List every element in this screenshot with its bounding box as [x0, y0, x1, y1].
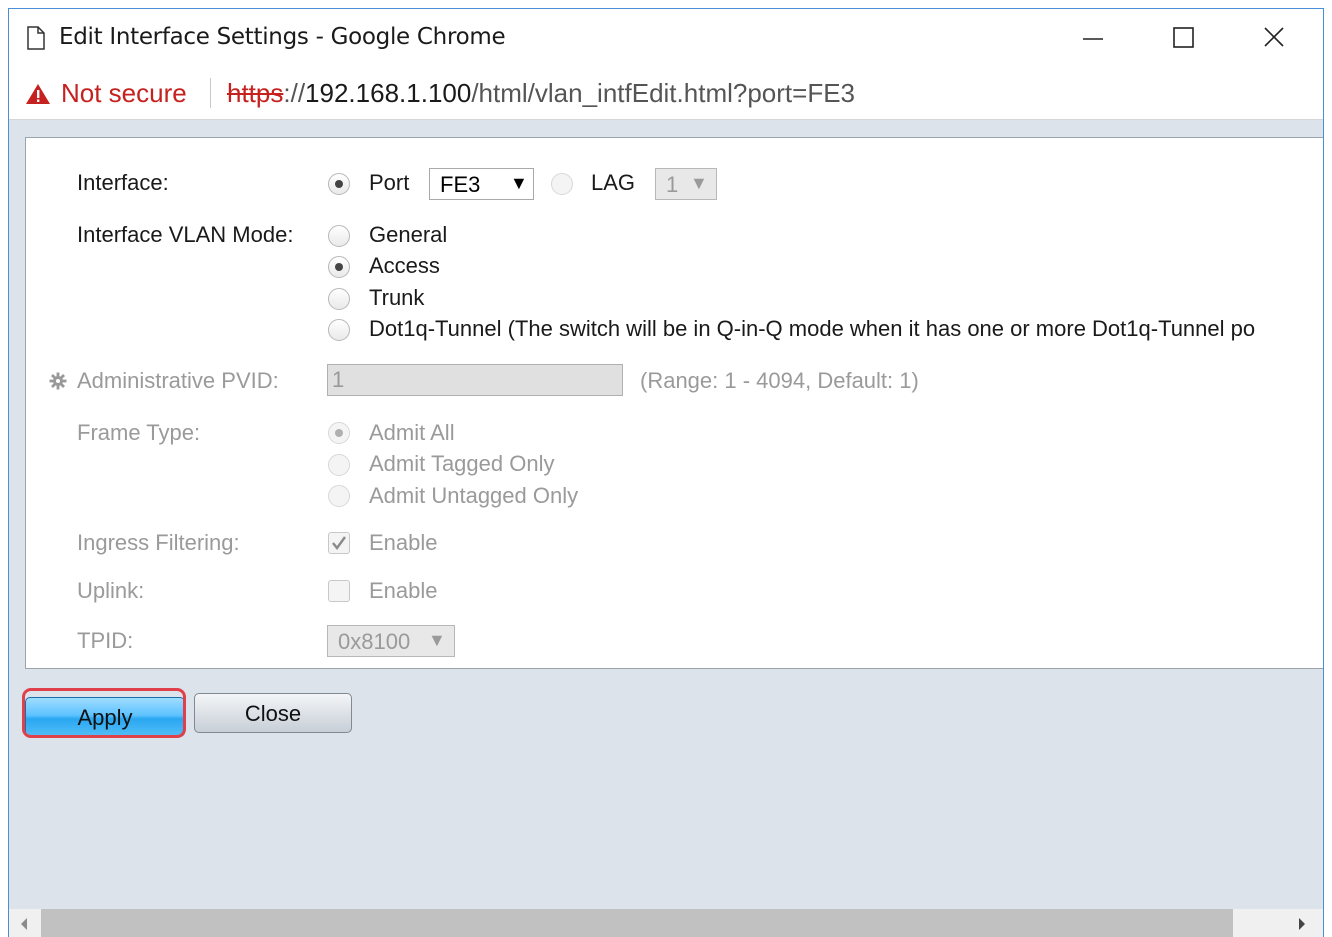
interface-settings-panel: Interface: Port FE3 ▼ LAG 1 ▼ Interface … — [25, 137, 1323, 669]
vlan-mode-access-radio[interactable] — [328, 256, 350, 278]
maximize-button[interactable] — [1164, 21, 1204, 55]
vlan-mode-trunk-radio[interactable] — [328, 288, 350, 310]
frame-admit-all-radio[interactable] — [328, 422, 350, 444]
url-text[interactable]: https://192.168.1.100/html/vlan_intfEdit… — [227, 78, 855, 109]
frame-admit-tagged-label: Admit Tagged Only — [369, 451, 555, 476]
apply-highlight-outline — [22, 688, 186, 738]
browser-popup-window: Edit Interface Settings - Google Chrome … — [8, 8, 1324, 937]
lag-select[interactable]: 1 ▼ — [655, 168, 717, 200]
url-scheme: https — [227, 78, 284, 108]
tpid-label: TPID: — [77, 628, 134, 653]
vlan-mode-general-label: General — [369, 222, 448, 247]
frame-admit-tagged-radio[interactable] — [328, 454, 350, 476]
port-radio[interactable] — [328, 173, 350, 195]
checkmark-icon — [332, 536, 346, 550]
vlan-mode-trunk-label: Trunk — [369, 285, 425, 310]
frame-admit-untagged-radio[interactable] — [328, 485, 350, 507]
vlan-mode-dot1q-radio[interactable] — [328, 319, 350, 341]
uplink-enable-checkbox[interactable] — [328, 580, 350, 602]
port-select-value: FE3 — [440, 172, 481, 197]
not-secure-label[interactable]: Not secure — [61, 78, 187, 109]
window-title: Edit Interface Settings - Google Chrome — [59, 24, 506, 50]
chevron-down-icon: ▼ — [510, 173, 528, 193]
maximize-icon — [1173, 27, 1194, 48]
lag-radio[interactable] — [551, 173, 573, 195]
lag-label: LAG — [591, 170, 636, 195]
url-path: /html/vlan_intfEdit.html?port=FE3 — [471, 78, 856, 108]
vlan-mode-general-radio[interactable] — [328, 225, 350, 247]
scroll-left-icon[interactable] — [19, 917, 29, 931]
scrollbar-thumb[interactable] — [41, 909, 1233, 937]
tpid-select[interactable]: 0x8100 ▼ — [327, 625, 455, 657]
frame-admit-untagged-label: Admit Untagged Only — [369, 483, 579, 508]
chevron-down-icon: ▼ — [690, 173, 708, 193]
uplink-enable-label: Enable — [369, 578, 438, 603]
close-button[interactable]: Close — [194, 693, 352, 733]
scroll-right-icon[interactable] — [1297, 917, 1307, 931]
chevron-down-icon: ▼ — [428, 630, 446, 650]
vlan-mode-label: Interface VLAN Mode: — [77, 222, 294, 247]
minimize-icon — [1083, 38, 1103, 40]
close-icon — [1264, 27, 1284, 47]
interface-label: Interface: — [77, 170, 169, 195]
frame-admit-all-label: Admit All — [369, 420, 455, 445]
warning-triangle-icon — [26, 84, 50, 104]
pvid-range-hint: (Range: 1 - 4094, Default: 1) — [640, 368, 919, 393]
tpid-select-value: 0x8100 — [338, 629, 411, 654]
port-select[interactable]: FE3 ▼ — [429, 168, 534, 200]
gear-icon — [49, 372, 67, 390]
vlan-mode-dot1q-label: Dot1q-Tunnel (The switch will be in Q-in… — [369, 316, 1256, 341]
close-window-button[interactable] — [1254, 21, 1294, 55]
uplink-label: Uplink: — [77, 578, 145, 603]
minimize-button[interactable] — [1073, 21, 1113, 55]
ingress-enable-checkbox[interactable] — [328, 532, 350, 554]
title-bar: Edit Interface Settings - Google Chrome — [9, 9, 1323, 66]
ingress-filtering-label: Ingress Filtering: — [77, 530, 240, 555]
frame-type-label: Frame Type: — [77, 420, 201, 445]
port-label: Port — [369, 170, 410, 195]
address-divider — [210, 78, 211, 108]
pvid-input[interactable]: 1 — [327, 364, 623, 396]
vlan-mode-access-label: Access — [369, 253, 440, 278]
pvid-label: Administrative PVID: — [77, 368, 279, 393]
lag-select-value: 1 — [666, 172, 679, 197]
address-bar[interactable]: Not secure https://192.168.1.100/html/vl… — [9, 66, 1323, 120]
url-host: 192.168.1.100 — [305, 78, 472, 108]
document-icon — [27, 26, 45, 50]
url-separator: :// — [283, 78, 306, 108]
ingress-enable-label: Enable — [369, 530, 438, 555]
